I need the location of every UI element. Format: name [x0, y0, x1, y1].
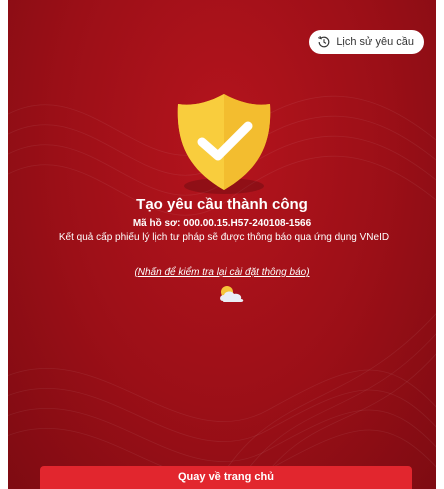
back-to-home-button[interactable]: Quay về trang chủ — [40, 466, 412, 489]
success-screen: Lịch sử yêu cầu Tạo yêu cầu thành công M… — [8, 0, 436, 489]
shield-check-icon — [177, 94, 271, 194]
result-message: Kết quả cấp phiếu lý lịch tư pháp sẽ đượ… — [58, 232, 390, 243]
request-history-button[interactable]: Lịch sử yêu cầu — [309, 30, 424, 54]
notification-settings-link[interactable]: (Nhấn để kiểm tra lại cài đặt thông báo) — [8, 267, 436, 278]
history-clock-icon — [317, 35, 331, 49]
background-wave-pattern — [8, 95, 436, 489]
record-code: Mã hồ sơ: 000.00.15.H57-240108-1566 — [132, 218, 312, 229]
request-history-label: Lịch sử yêu cầu — [336, 36, 414, 48]
weather-cloud-icon — [220, 286, 244, 302]
success-title: Tạo yêu cầu thành công — [136, 196, 308, 213]
